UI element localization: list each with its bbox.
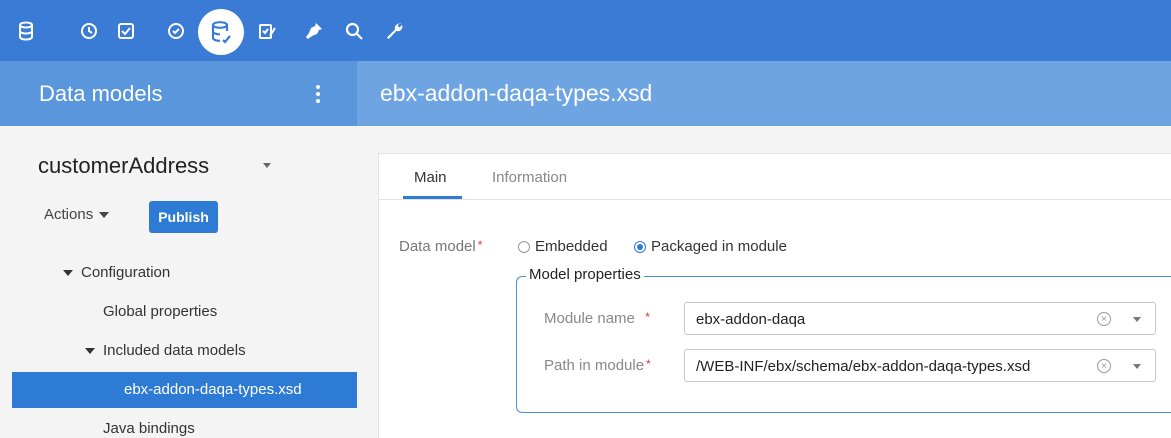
document-title: ebx-addon-daqa-types.xsd xyxy=(380,80,653,106)
path-in-module-field[interactable]: /WEB-INF/ebx/schema/ebx-addon-daqa-types… xyxy=(684,349,1156,382)
tree-item-label: Included data models xyxy=(103,342,246,359)
radio-packaged-in-module[interactable]: Packaged in module xyxy=(634,238,787,255)
radio-unchecked-icon[interactable] xyxy=(518,240,530,253)
tree-item-label: Configuration xyxy=(81,264,171,281)
sidebar: customerAddress Actions Publish Configur… xyxy=(0,126,357,438)
tab-information[interactable]: Information xyxy=(492,169,567,186)
tree-item-selected-label: ebx-addon-daqa-types.xsd xyxy=(124,381,302,398)
main-content: Main Information Data model * Embedded Pa… xyxy=(357,126,1171,438)
dropdown-caret-icon[interactable] xyxy=(1133,317,1141,322)
clear-icon[interactable]: × xyxy=(1097,359,1111,373)
clear-icon[interactable]: × xyxy=(1097,312,1111,326)
model-properties-group xyxy=(516,276,1171,413)
radio-embedded-label: Embedded xyxy=(535,238,608,255)
tab-main[interactable]: Main xyxy=(414,169,447,186)
tree-item-label: Global properties xyxy=(103,303,218,320)
active-tab-indicator xyxy=(403,196,462,199)
path-in-module-value: /WEB-INF/ebx/schema/ebx-addon-daqa-types… xyxy=(696,358,1031,375)
section-header: Data models xyxy=(0,61,357,126)
tree-item-global-properties[interactable]: Global properties xyxy=(103,303,217,320)
header-bar: Data models ebx-addon-daqa-types.xsd xyxy=(0,61,1171,126)
expanded-triangle-icon xyxy=(63,269,73,276)
model-properties-legend: Model properties xyxy=(526,266,644,283)
database-icon[interactable] xyxy=(12,17,40,45)
actions-label: Actions xyxy=(44,206,94,223)
more-options-icon[interactable] xyxy=(312,83,324,105)
tree-item-label: Java bindings xyxy=(103,420,195,437)
tab-bar: Main Information xyxy=(379,154,1171,200)
module-name-field[interactable]: ebx-addon-daqa × xyxy=(684,302,1156,335)
module-name-value: ebx-addon-daqa xyxy=(696,311,806,328)
search-icon[interactable] xyxy=(340,17,368,45)
document-header: ebx-addon-daqa-types.xsd xyxy=(357,61,1171,126)
model-selector-caret-icon[interactable] xyxy=(263,163,271,168)
radio-embedded[interactable]: Embedded xyxy=(518,238,608,255)
checkbox-icon[interactable] xyxy=(112,17,140,45)
plug-icon[interactable] xyxy=(300,17,328,45)
radio-checked-icon[interactable] xyxy=(634,240,646,253)
required-marker: * xyxy=(645,310,650,324)
actions-menu-button[interactable]: Actions xyxy=(44,206,110,223)
publish-button[interactable]: Publish xyxy=(149,201,218,233)
expanded-triangle-icon xyxy=(85,347,95,354)
wrench-icon[interactable] xyxy=(380,17,408,45)
clock-icon[interactable] xyxy=(75,17,103,45)
data-model-label: Data model * xyxy=(399,238,483,255)
required-marker: * xyxy=(477,238,483,252)
data-models-icon[interactable] xyxy=(198,9,244,55)
model-name: customerAddress xyxy=(38,153,210,178)
module-name-label: Module name * xyxy=(544,310,650,327)
tree-item-configuration[interactable]: Configuration xyxy=(63,264,170,281)
top-toolbar xyxy=(0,0,1171,61)
path-in-module-label: Path in module * xyxy=(544,357,651,374)
tree-item-included-data-models[interactable]: Included data models xyxy=(85,342,246,359)
check-circle-icon[interactable] xyxy=(162,17,190,45)
tree-item-java-bindings[interactable]: Java bindings xyxy=(103,420,195,437)
section-title: Data models xyxy=(39,81,163,106)
dropdown-caret-icon[interactable] xyxy=(1133,364,1141,369)
edit-check-icon[interactable] xyxy=(253,17,281,45)
radio-packaged-label: Packaged in module xyxy=(651,238,787,255)
caret-down-icon xyxy=(99,211,110,218)
required-marker: * xyxy=(646,357,651,371)
form-card: Main Information Data model * Embedded Pa… xyxy=(378,153,1171,438)
